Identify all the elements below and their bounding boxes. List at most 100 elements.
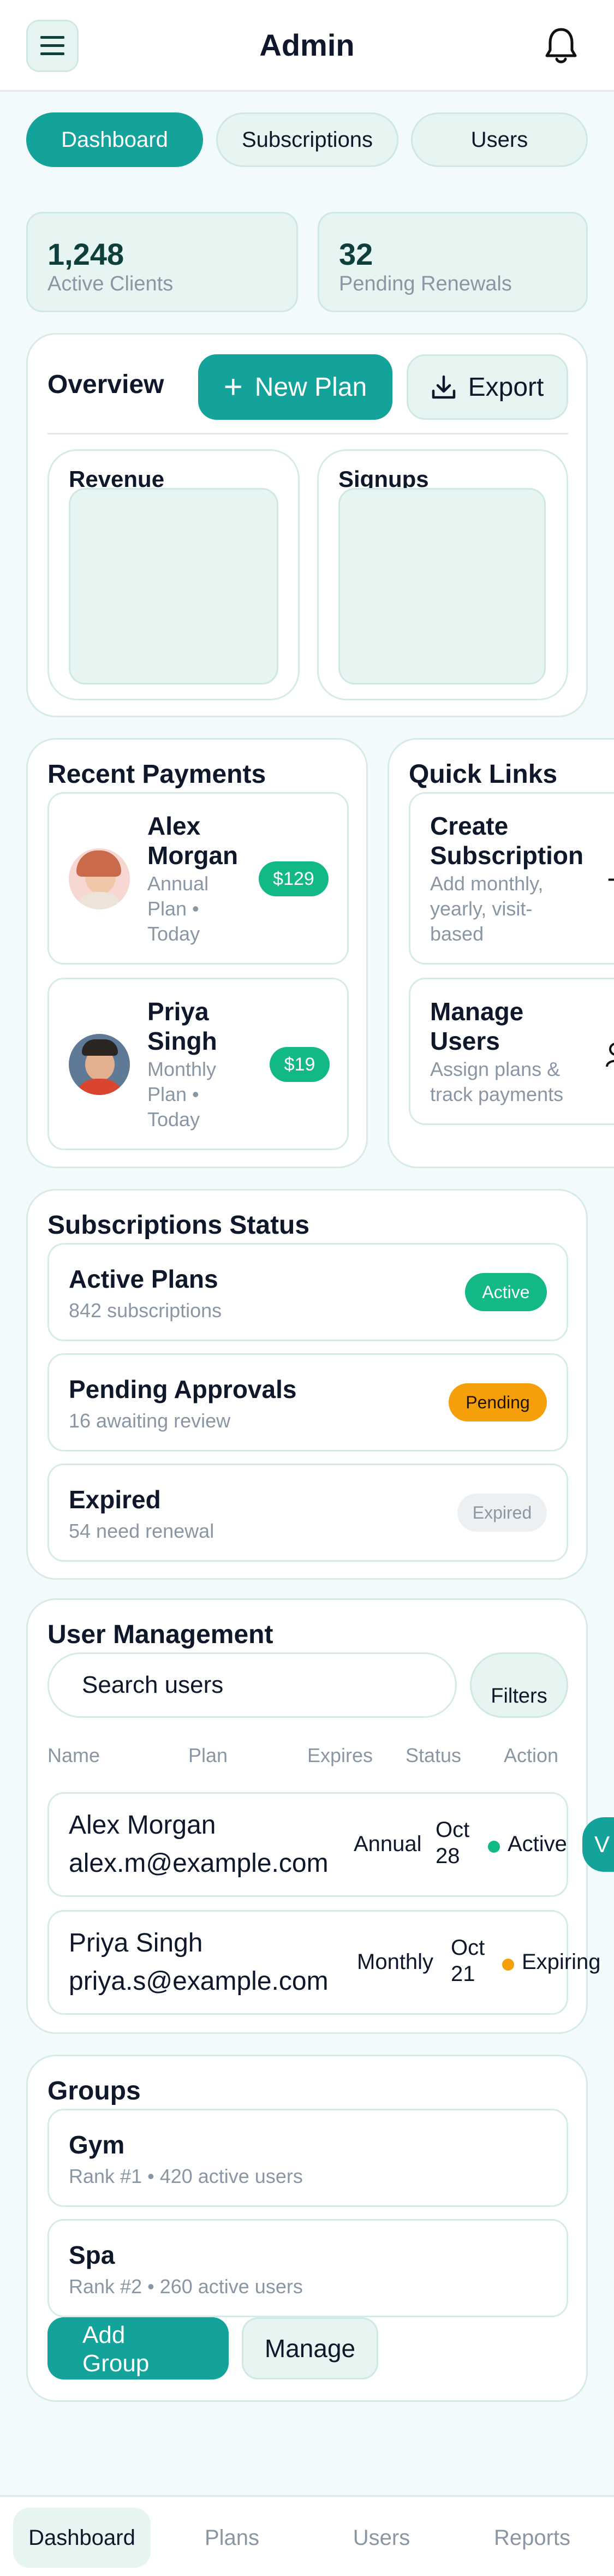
subscriptions-status-title: Subscriptions Status <box>47 1211 310 1240</box>
add-group-label: Group <box>82 2350 150 2377</box>
user-plan: Monthly <box>357 1950 434 1974</box>
user-management-clip: User Management Search users Filters Nam… <box>0 1598 614 2035</box>
divider <box>47 433 568 435</box>
user-management-title: User Management <box>47 1620 273 1649</box>
stat-value: 32 <box>339 237 373 271</box>
filters-label: Filters <box>491 1684 547 1708</box>
search-input[interactable]: Search users <box>47 1652 457 1718</box>
user-name: Alex Morgan <box>69 1811 216 1840</box>
signups-chart-placeholder <box>338 488 546 685</box>
user-status: Active <box>508 1832 567 1856</box>
column-header-name: Name <box>47 1744 100 1766</box>
plus-icon: + <box>223 368 243 405</box>
group-title: Spa <box>69 2241 115 2269</box>
user-management-card: User Management Search users Filters Nam… <box>26 1598 614 2034</box>
nav-reports[interactable]: Reports <box>463 2508 601 2568</box>
bell-icon[interactable] <box>544 26 579 66</box>
quick-link-create-subscription[interactable]: Create Subscription Add monthly, yearly,… <box>409 792 614 965</box>
page-title: Admin <box>259 28 355 62</box>
stat-card-active-clients: 1,248 Active Clients <box>26 212 298 312</box>
search-placeholder: Search users <box>82 1671 224 1698</box>
quick-link-desc: yearly, visit- <box>430 897 533 920</box>
signups-chart-card: Signups <box>317 449 568 700</box>
status-item-title: Active Plans <box>69 1265 218 1293</box>
user-name: Priya Singh <box>69 1929 203 1958</box>
quick-link-title: Manage <box>430 997 524 1026</box>
group-sub: Rank #2 • 260 active users <box>69 2275 303 2298</box>
group-sub: Rank #1 • 420 active users <box>69 2165 303 2187</box>
table-row[interactable]: Priya Singh priya.s@example.com Monthly … <box>47 1910 601 2015</box>
status-item-expired[interactable]: Expired 54 need renewal Expired <box>47 1463 568 1562</box>
status-item-sub: 54 need renewal <box>69 1520 214 1542</box>
user-expires: 28 <box>436 1844 460 1868</box>
app-header: Admin <box>0 0 614 92</box>
user-plan: Annual <box>354 1832 422 1856</box>
nav-plans[interactable]: Plans <box>164 2508 300 2568</box>
status-item-title: Pending Approvals <box>69 1375 297 1403</box>
overview-title: Overview <box>47 370 164 399</box>
tab-subscriptions[interactable]: Subscriptions <box>216 112 398 167</box>
manage-groups-button[interactable]: Manage <box>242 2317 378 2379</box>
column-header-status: Status <box>406 1744 462 1766</box>
tab-dashboard[interactable]: Dashboard <box>26 112 203 167</box>
groups-title: Groups <box>47 2077 141 2105</box>
plus-icon: + <box>607 861 614 897</box>
quick-links-card: Quick Links Create Subscription Add mont… <box>388 738 614 1168</box>
user-expires: 21 <box>451 1962 475 1986</box>
quick-link-desc: based <box>430 923 484 945</box>
stat-label: Active Clients <box>47 272 174 295</box>
add-group-button[interactable]: Add Group <box>47 2317 229 2379</box>
quick-link-manage-users[interactable]: Manage Users Assign plans & track paymen… <box>409 978 614 1125</box>
group-item-spa[interactable]: Spa Rank #2 • 260 active users <box>47 2219 568 2317</box>
add-group-label: Add <box>82 2322 126 2348</box>
quick-links-clip: Quick Links Create Subscription Add mont… <box>0 738 614 1175</box>
users-icon <box>605 1042 614 1068</box>
user-email: priya.s@example.com <box>69 1967 329 1996</box>
status-badge-pending: Pending <box>449 1383 547 1421</box>
group-item-gym[interactable]: Gym Rank #1 • 420 active users <box>47 2109 568 2207</box>
column-header-action: Action <box>504 1744 559 1766</box>
view-button[interactable]: V <box>582 1817 614 1872</box>
status-badge-expired: Expired <box>457 1494 547 1532</box>
user-email: alex.m@example.com <box>69 1849 329 1878</box>
user-expires: Oct <box>436 1818 470 1842</box>
overview-card: Overview + New Plan Export Revenue Signu… <box>26 333 588 717</box>
status-item-pending[interactable]: Pending Approvals 16 awaiting review Pen… <box>47 1353 568 1451</box>
status-badge-active: Active <box>465 1273 547 1311</box>
quick-link-title: Users <box>430 1027 500 1055</box>
column-header-plan: Plan <box>188 1744 228 1766</box>
status-dot-active <box>488 1841 500 1853</box>
status-item-active[interactable]: Active Plans 842 subscriptions Active <box>47 1243 568 1341</box>
user-expires: Oct <box>451 1936 485 1960</box>
user-status: Expiring <box>522 1950 601 1974</box>
table-row[interactable]: Alex Morgan alex.m@example.com Annual Oc… <box>47 1792 568 1897</box>
nav-users[interactable]: Users <box>313 2508 450 2568</box>
quick-link-title: Subscription <box>430 841 584 870</box>
quick-link-title: Create <box>430 812 509 840</box>
status-dot-expiring <box>502 1959 514 1971</box>
column-header-expires: Expires <box>307 1744 373 1766</box>
stat-value: 1,248 <box>47 237 124 271</box>
status-item-title: Expired <box>69 1485 161 1514</box>
revenue-chart-placeholder <box>69 488 278 685</box>
subscriptions-status-card: Subscriptions Status Active Plans 842 su… <box>26 1189 588 1580</box>
revenue-chart-card: Revenue <box>47 449 300 700</box>
stat-label: Pending Renewals <box>339 272 512 295</box>
quick-link-desc: track payments <box>430 1083 564 1105</box>
nav-dashboard[interactable]: Dashboard <box>13 2508 151 2568</box>
quick-link-desc: Add monthly, <box>430 872 544 895</box>
export-button[interactable]: Export <box>407 354 568 420</box>
status-item-sub: 16 awaiting review <box>69 1409 231 1432</box>
download-icon <box>431 374 456 400</box>
new-plan-label: New Plan <box>254 372 367 402</box>
tab-users[interactable]: Users <box>411 112 588 167</box>
quick-link-desc: Assign plans & <box>430 1058 561 1080</box>
export-label: Export <box>468 372 544 402</box>
group-title: Gym <box>69 2131 125 2159</box>
filters-button[interactable]: Filters <box>470 1652 568 1718</box>
new-plan-button[interactable]: + New Plan <box>198 354 392 420</box>
groups-card: Groups Gym Rank #1 • 420 active users Sp… <box>26 2055 588 2402</box>
status-item-sub: 842 subscriptions <box>69 1299 222 1322</box>
quick-links-title: Quick Links <box>409 760 558 789</box>
bottom-nav: Dashboard Plans Users Reports <box>0 2495 614 2576</box>
